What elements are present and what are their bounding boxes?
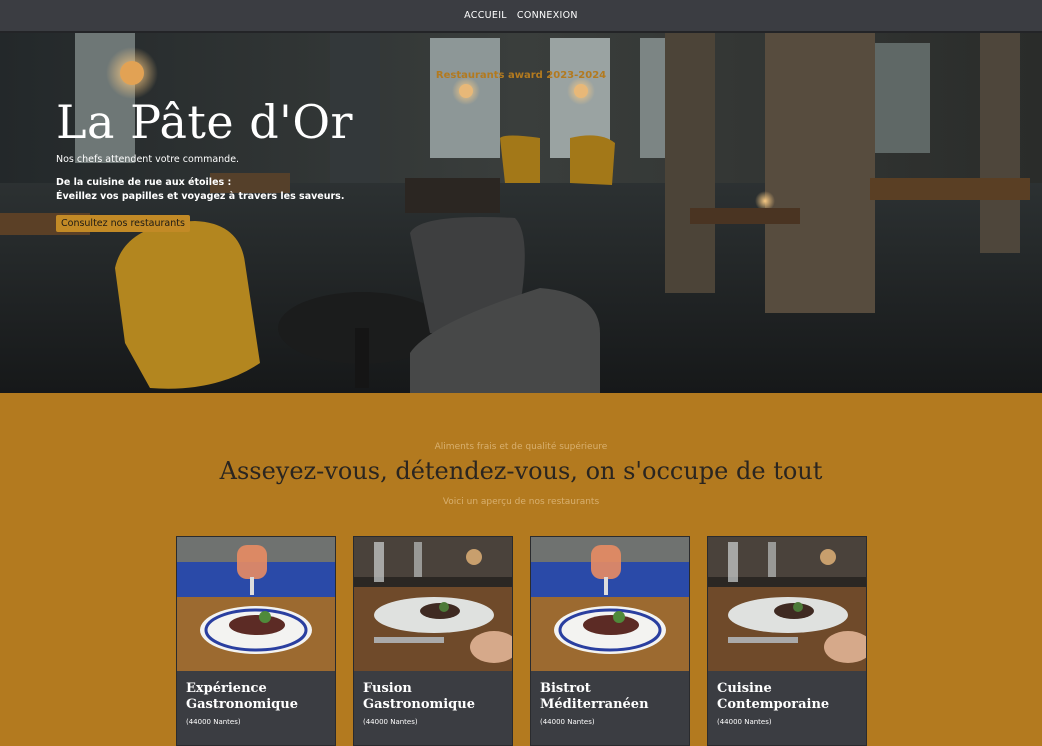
hero-title: La Pâte d'Or — [56, 95, 354, 149]
hero-subtitle: Nos chefs attendent votre commande. — [56, 154, 240, 165]
restaurant-card[interactable]: Fusion Gastronomique (44000 Nantes) — [353, 536, 513, 746]
table-dish-photo — [354, 537, 512, 671]
view-restaurants-button[interactable]: Consultez nos restaurants — [56, 215, 190, 232]
restaurant-name: Cuisine Contemporaine — [717, 681, 830, 712]
restaurant-location: (44000 Nantes) — [363, 718, 418, 726]
restaurant-name: Bistrot Méditerranéen — [540, 681, 649, 712]
restaurant-card[interactable]: Cuisine Contemporaine (44000 Nantes) — [707, 536, 867, 746]
restaurant-name: Expérience Gastronomique — [186, 681, 298, 712]
award-banner: Restaurants award 2023-2024 — [435, 70, 607, 81]
restaurant-location: (44000 Nantes) — [186, 718, 241, 726]
nav-accueil-link[interactable]: ACCUEIL — [464, 10, 507, 21]
restaurants-section: Aliments frais et de qualité supérieure … — [0, 393, 1042, 746]
restaurant-location: (44000 Nantes) — [540, 718, 595, 726]
restaurant-location: (44000 Nantes) — [717, 718, 772, 726]
nav-connexion-link[interactable]: CONNEXION — [517, 10, 578, 21]
restaurant-card[interactable]: Bistrot Méditerranéen (44000 Nantes) — [530, 536, 690, 746]
cocktail-dish-photo — [531, 537, 689, 671]
section-title: Asseyez-vous, détendez-vous, on s'occupe… — [219, 457, 823, 485]
top-navbar: ACCUEIL CONNEXION — [0, 0, 1042, 33]
table-dish-photo — [708, 537, 866, 671]
section-kicker: Aliments frais et de qualité supérieure — [434, 442, 608, 452]
hero-banner: Restaurants award 2023-2024 La Pâte d'Or… — [0, 33, 1042, 393]
restaurant-interior-photo — [0, 33, 1042, 393]
restaurant-name: Fusion Gastronomique — [363, 681, 475, 712]
restaurant-card[interactable]: Expérience Gastronomique (44000 Nantes) — [176, 536, 336, 746]
hero-tagline-line-1: De la cuisine de rue aux étoiles : — [56, 177, 232, 188]
hero-tagline-line-2: Éveillez vos papilles et voyagez à trave… — [56, 191, 345, 202]
cocktail-dish-photo — [177, 537, 335, 671]
section-subtitle: Voici un aperçu de nos restaurants — [442, 497, 600, 507]
